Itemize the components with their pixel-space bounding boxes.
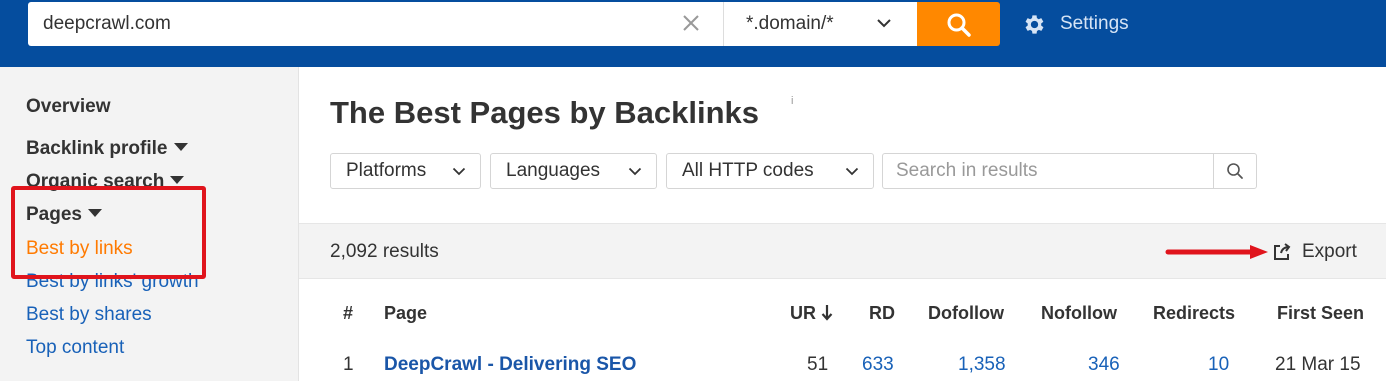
domain-search-field[interactable]: deepcrawl.com bbox=[28, 2, 723, 46]
mode-select-value: *.domain/* bbox=[746, 13, 834, 34]
results-search-input[interactable] bbox=[883, 154, 1213, 188]
sort-down-arrow-icon bbox=[821, 305, 833, 321]
first-seen-value: 21 Mar 15 bbox=[1275, 354, 1361, 375]
sidebar-item-best-by-shares[interactable]: Best by shares bbox=[26, 304, 152, 326]
chevron-down-icon bbox=[628, 167, 642, 176]
annotation-highlight-box bbox=[11, 186, 206, 279]
sidebar-item-backlink-profile[interactable]: Backlink profile bbox=[26, 138, 188, 160]
column-header-num: # bbox=[343, 303, 354, 323]
annotation-arrow-icon bbox=[1165, 245, 1268, 259]
row-num: 1 bbox=[343, 354, 354, 375]
search-button[interactable] bbox=[917, 2, 1000, 46]
export-icon bbox=[1274, 243, 1291, 260]
settings-link[interactable]: Settings bbox=[1022, 11, 1129, 37]
sidebar-item-label: Backlink profile bbox=[26, 138, 168, 159]
results-bar: 2,092 results Export bbox=[299, 223, 1386, 279]
search-icon bbox=[1227, 163, 1243, 179]
mode-select[interactable]: *.domain/* bbox=[723, 2, 918, 46]
gear-icon bbox=[1025, 14, 1044, 34]
chevron-down-icon bbox=[845, 167, 859, 176]
http-codes-filter[interactable]: All HTTP codes bbox=[666, 153, 874, 189]
sidebar-item-label: Overview bbox=[26, 96, 111, 117]
sidebar-item-top-content[interactable]: Top content bbox=[26, 337, 124, 359]
caret-down-icon bbox=[170, 176, 185, 184]
sidebar-item-overview[interactable]: Overview bbox=[26, 96, 111, 118]
domain-search-value[interactable]: deepcrawl.com bbox=[43, 13, 171, 35]
filter-label: Platforms bbox=[346, 160, 427, 181]
column-header-first-seen[interactable]: First Seen bbox=[1277, 303, 1364, 324]
chevron-down-icon bbox=[877, 19, 891, 28]
column-header-redirects[interactable]: Redirects bbox=[1153, 303, 1235, 324]
settings-label: Settings bbox=[1060, 13, 1129, 34]
column-header-nofollow[interactable]: Nofollow bbox=[1041, 303, 1117, 324]
top-bar: deepcrawl.com *.domain/* Settings bbox=[0, 0, 1386, 67]
column-header-ur[interactable]: UR bbox=[790, 303, 833, 324]
main-content: The Best Pages by Backlinks i Platforms … bbox=[299, 67, 1386, 381]
page-title: The Best Pages by Backlinks bbox=[330, 95, 760, 130]
results-search-button[interactable] bbox=[1213, 154, 1256, 188]
info-icon[interactable]: i bbox=[791, 95, 793, 107]
caret-down-icon bbox=[173, 143, 188, 151]
results-count: 2,092 results bbox=[330, 241, 439, 262]
results-search bbox=[882, 153, 1257, 189]
search-icon bbox=[947, 13, 971, 37]
clear-icon[interactable] bbox=[680, 12, 702, 34]
filter-label: Languages bbox=[506, 160, 601, 181]
column-header-rd[interactable]: RD bbox=[869, 303, 895, 324]
chevron-down-icon bbox=[452, 167, 466, 176]
export-button[interactable]: Export bbox=[1272, 240, 1357, 264]
nofollow-link[interactable]: 346 bbox=[1088, 354, 1120, 376]
ur-value: 51 bbox=[807, 354, 829, 375]
languages-filter[interactable]: Languages bbox=[490, 153, 657, 189]
page-title-link[interactable]: DeepCrawl - Delivering SEO bbox=[384, 354, 636, 376]
platforms-filter[interactable]: Platforms bbox=[330, 153, 481, 189]
rd-link[interactable]: 633 bbox=[862, 354, 894, 376]
redirects-link[interactable]: 10 bbox=[1208, 354, 1229, 376]
filter-label: All HTTP codes bbox=[682, 160, 814, 181]
dofollow-link[interactable]: 1,358 bbox=[958, 354, 1006, 376]
column-header-page[interactable]: Page bbox=[384, 303, 427, 324]
export-label: Export bbox=[1302, 241, 1357, 262]
column-header-label: UR bbox=[790, 303, 816, 323]
column-header-dofollow[interactable]: Dofollow bbox=[928, 303, 1004, 324]
